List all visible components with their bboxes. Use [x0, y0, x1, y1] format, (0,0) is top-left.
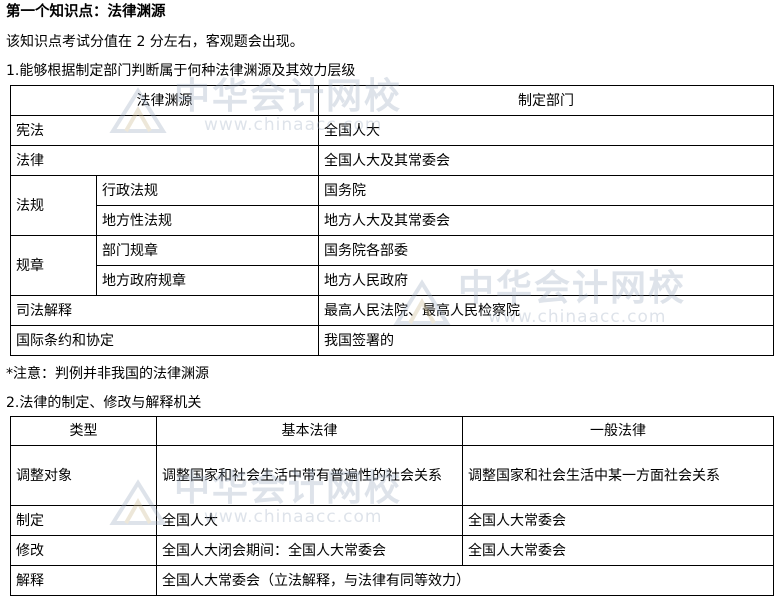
- cell-type: 调整对象: [10, 445, 157, 506]
- section1-heading: 1.能够根据制定部门判断属于何种法律渊源及其效力层级: [6, 63, 356, 79]
- table-row: 调整对象 调整国家和社会生活中带有普遍性的社会关系 调整国家和社会生活中某一方面…: [10, 445, 774, 506]
- header-general: 一般法律: [462, 416, 774, 446]
- cell-basic: 全国人大闭会期间：全国人大常委会: [156, 535, 463, 566]
- table-row: 规章 部门规章 国务院各部委: [10, 235, 774, 296]
- cell-type: 制定: [10, 505, 157, 536]
- cell-group: 法规: [10, 175, 97, 236]
- cell-source: 部门规章: [96, 235, 319, 266]
- header-type: 类型: [10, 416, 157, 446]
- description-text: 该知识点考试分值在 2 分左右，客观题会出现。: [6, 34, 304, 50]
- cell-dept: 地方人民政府: [318, 265, 774, 296]
- table-header-row: 法律渊源 制定部门: [10, 85, 774, 116]
- cell-dept: 国务院各部委: [318, 235, 774, 266]
- header-dept: 制定部门: [318, 85, 774, 116]
- law-making-table: 类型 基本法律 一般法律 调整对象 调整国家和社会生活中带有普遍性的社会关系 调…: [10, 416, 774, 596]
- cell-dept: 我国签署的: [318, 325, 774, 356]
- cell-source: 地方政府规章: [96, 265, 319, 296]
- cell-source: 法律: [10, 145, 319, 176]
- section2-heading: 2.法律的制定、修改与解释机关: [6, 395, 202, 411]
- cell-dept: 国务院: [318, 175, 774, 206]
- header-basic: 基本法律: [156, 416, 463, 446]
- cell-source: 地方性法规: [96, 205, 319, 236]
- table-row: 国际条约和协定 我国签署的: [10, 325, 774, 356]
- table-row: 地方政府规章 地方人民政府: [11, 265, 774, 296]
- cell-basic: 调整国家和社会生活中带有普遍性的社会关系: [156, 445, 463, 506]
- cell-source: 司法解释: [10, 295, 319, 326]
- table-row: 法律 全国人大及其常委会: [10, 145, 774, 176]
- cell-source: 宪法: [10, 115, 319, 146]
- cell-dept: 全国人大及其常委会: [318, 145, 774, 176]
- table-row: 法规 行政法规 国务院: [10, 175, 774, 236]
- cell-general: 全国人大常委会: [462, 535, 774, 566]
- table-row: 宪法 全国人大: [10, 115, 774, 146]
- table-row: 修改 全国人大闭会期间：全国人大常委会 全国人大常委会: [10, 535, 774, 566]
- cell-dept: 全国人大: [318, 115, 774, 146]
- table-header-row: 类型 基本法律 一般法律: [10, 416, 774, 446]
- cell-basic: 全国人大常委会（立法解释，与法律有同等效力）: [156, 565, 774, 596]
- table-row: 地方性法规 地方人大及其常委会: [11, 205, 774, 236]
- cell-type: 解释: [10, 565, 157, 596]
- law-source-table: 法律渊源 制定部门 宪法 全国人大 法律 全国人大及其常委会 法规 行政法规 国…: [10, 85, 774, 356]
- table-row: 制定 全国人大 全国人大常委会: [10, 505, 774, 536]
- cell-general: 全国人大常委会: [462, 505, 774, 536]
- cell-type: 修改: [10, 535, 157, 566]
- cell-source: 行政法规: [96, 175, 319, 206]
- note-text: *注意：判例并非我国的法律渊源: [6, 366, 209, 382]
- cell-general: 调整国家和社会生活中某一方面社会关系: [462, 445, 774, 506]
- table-row: 司法解释 最高人民法院、最高人民检察院: [10, 295, 774, 326]
- page-title: 第一个知识点：法律渊源: [6, 4, 166, 20]
- cell-dept: 最高人民法院、最高人民检察院: [318, 295, 774, 326]
- cell-group: 规章: [10, 235, 97, 296]
- cell-basic: 全国人大: [156, 505, 463, 536]
- table-row: 解释 全国人大常委会（立法解释，与法律有同等效力）: [10, 565, 774, 596]
- header-source: 法律渊源: [10, 85, 319, 116]
- cell-source: 国际条约和协定: [10, 325, 319, 356]
- cell-dept: 地方人大及其常委会: [318, 205, 774, 236]
